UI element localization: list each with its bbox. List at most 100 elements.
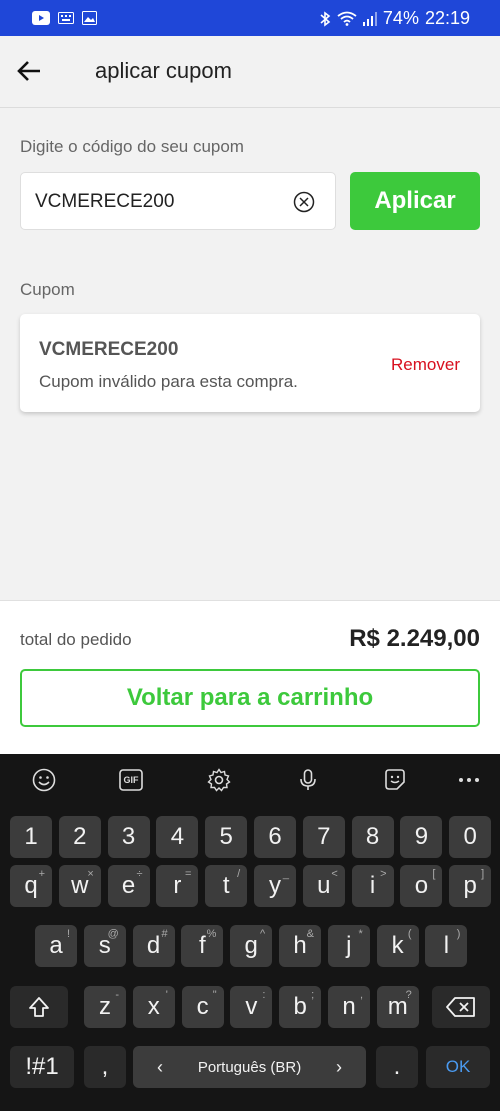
key-6[interactable]: 6: [254, 816, 296, 858]
key-p-hint: ]: [481, 868, 485, 880]
key-g[interactable]: g ^: [230, 925, 273, 967]
clear-input-icon[interactable]: [293, 191, 315, 213]
key-n[interactable]: n,: [328, 986, 370, 1028]
order-summary-bar: total do pedido R$ 2.249,00 Voltar para …: [0, 600, 500, 754]
remove-coupon-button[interactable]: Remover: [391, 355, 460, 375]
period-key[interactable]: .: [376, 1046, 418, 1088]
key-7[interactable]: 7: [302, 816, 345, 858]
key-v[interactable]: v:: [230, 986, 273, 1028]
key-r-hint: =: [184, 868, 192, 880]
key-a-hint: !: [66, 928, 70, 940]
key-l[interactable]: l): [425, 925, 468, 967]
key-5-label: 5: [219, 823, 233, 850]
key-g-label: g: [244, 932, 258, 959]
system-status: 74% 22:19: [319, 8, 470, 29]
back-to-cart-button[interactable]: Voltar para a carrinho: [20, 669, 480, 727]
key-4[interactable]: 4: [156, 816, 199, 858]
key-j-label: j: [346, 932, 352, 959]
key-l-hint: ): [456, 928, 461, 940]
gif-icon[interactable]: GIF: [118, 767, 144, 793]
key-c[interactable]: c ": [181, 986, 224, 1028]
apply-coupon-button[interactable]: Aplicar: [350, 172, 480, 230]
virtual-keyboard: GIF 1 2 3 4 5 6 7 8 9 0 q + w × e ÷ r = t / y _ u < i > o[p] a! s @ d #…: [0, 754, 500, 1111]
app-header: aplicar cupom: [0, 36, 500, 108]
backspace-key[interactable]: [432, 986, 490, 1028]
key-a-label: a: [49, 932, 63, 959]
key-x-label: x: [147, 993, 160, 1020]
key-w[interactable]: w ×: [58, 865, 101, 907]
key-3[interactable]: 3: [107, 816, 150, 858]
period-key-label: .: [393, 1053, 401, 1080]
key-s[interactable]: s @: [83, 925, 126, 967]
key-0-label: 0: [463, 823, 477, 850]
key-o[interactable]: o[: [400, 865, 443, 907]
youtube-icon: [32, 11, 50, 25]
emoji-icon[interactable]: [31, 767, 57, 793]
key-6-label: 6: [268, 823, 282, 850]
key-i-label: i: [369, 872, 376, 899]
back-button[interactable]: [12, 54, 46, 88]
key-i-hint: >: [380, 868, 387, 880]
key-d-hint: #: [161, 928, 168, 940]
key-q[interactable]: q +: [10, 865, 52, 907]
key-j-hint: *: [358, 928, 363, 940]
comma-key[interactable]: ,: [84, 1046, 126, 1088]
notification-icons: [32, 11, 97, 25]
space-key-label: Português (BR): [197, 1058, 302, 1076]
key-8[interactable]: 8: [351, 816, 394, 858]
key-e-hint: ÷: [136, 868, 143, 880]
sticker-icon[interactable]: [382, 767, 408, 793]
key-z[interactable]: z-: [84, 986, 126, 1028]
key-r[interactable]: r =: [156, 865, 199, 907]
key-d[interactable]: d #: [132, 925, 175, 967]
key-o-hint: [: [432, 868, 436, 880]
key-b[interactable]: b;: [279, 986, 322, 1028]
ok-key-label: OK: [445, 1057, 471, 1076]
microphone-icon[interactable]: [295, 767, 321, 793]
key-1-label: 1: [24, 823, 38, 850]
key-p[interactable]: p]: [449, 865, 492, 907]
key-j[interactable]: j *: [327, 925, 370, 967]
status-bar: 74% 22:19: [0, 0, 500, 36]
key-t[interactable]: t /: [205, 865, 248, 907]
key-i[interactable]: i >: [351, 865, 394, 907]
signal-icon: [362, 11, 377, 26]
settings-icon[interactable]: [206, 767, 232, 793]
total-label: total do pedido: [20, 630, 132, 649]
key-h[interactable]: h &: [279, 925, 321, 967]
key-w-label: w: [71, 872, 89, 899]
key-2[interactable]: 2: [58, 816, 101, 858]
key-u[interactable]: u <: [302, 865, 345, 907]
key-0[interactable]: 0: [449, 816, 492, 858]
symbols-key[interactable]: !#1: [10, 1046, 74, 1088]
coupon-input-field[interactable]: [20, 172, 336, 230]
key-k[interactable]: k(: [376, 925, 419, 967]
key-a[interactable]: a!: [35, 925, 77, 967]
key-c-label: c: [196, 993, 209, 1020]
key-m[interactable]: m?: [376, 986, 419, 1028]
more-icon[interactable]: [456, 767, 482, 793]
clock: 22:19: [424, 8, 470, 28]
key-y[interactable]: y _: [254, 865, 296, 907]
shift-key[interactable]: [10, 986, 68, 1028]
key-x[interactable]: x ': [132, 986, 175, 1028]
key-1[interactable]: 1: [10, 816, 52, 858]
key-t-label: t: [222, 872, 230, 899]
coupon-input[interactable]: [35, 191, 285, 213]
key-e[interactable]: e ÷: [107, 865, 150, 907]
key-r-label: r: [173, 872, 182, 899]
key-u-hint: <: [331, 868, 338, 880]
ok-key[interactable]: OK: [426, 1046, 490, 1088]
key-t-hint: /: [237, 868, 241, 880]
key-s-hint: @: [107, 928, 119, 940]
key-v-hint: :: [262, 989, 266, 1001]
key-9[interactable]: 9: [400, 816, 443, 858]
coupon-code: VCMERECE200: [39, 339, 179, 360]
key-c-hint: ": [212, 989, 217, 1001]
space-key[interactable]: ‹ Português (BR) ›: [133, 1046, 366, 1088]
key-q-hint: +: [38, 868, 45, 880]
key-5[interactable]: 5: [205, 816, 248, 858]
key-v-label: v: [245, 993, 258, 1020]
key-f[interactable]: f%: [181, 925, 224, 967]
key-o-label: o: [414, 872, 429, 899]
